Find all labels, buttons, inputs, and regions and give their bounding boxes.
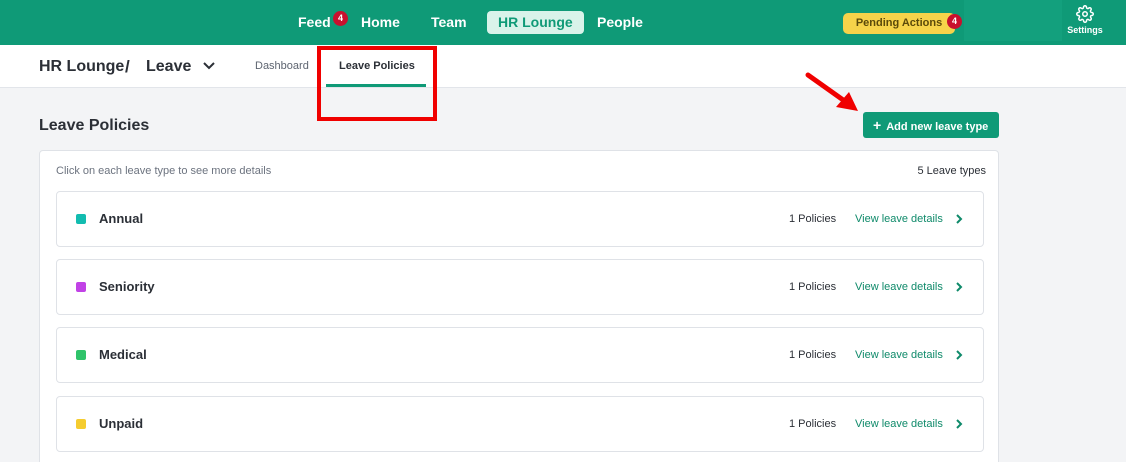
breadcrumb-root[interactable]: HR Lounge <box>39 58 124 76</box>
pending-actions-badge: 4 <box>947 14 962 29</box>
view-leave-details-link[interactable]: View leave details <box>855 349 943 361</box>
leave-color-dot <box>76 282 86 292</box>
nav-item-hr-lounge[interactable]: HR Lounge <box>487 11 584 34</box>
view-leave-details-link[interactable]: View leave details <box>855 418 943 430</box>
hint-text: Click on each leave type to see more det… <box>56 165 272 177</box>
page-title: Leave Policies <box>39 117 150 134</box>
leave-types-card: Click on each leave type to see more det… <box>39 150 999 462</box>
add-new-leave-type-button[interactable]: + Add new leave type <box>863 112 999 138</box>
gear-icon <box>1076 5 1094 23</box>
nav-item-team[interactable]: Team <box>420 11 478 34</box>
chevron-right-icon[interactable] <box>955 214 963 224</box>
leave-type-row[interactable]: Unpaid 1 Policies View leave details <box>56 396 984 452</box>
leave-types-count: 5 Leave types <box>917 165 987 177</box>
tab-dashboard[interactable]: Dashboard <box>255 60 309 72</box>
add-button-label: Add new leave type <box>886 121 989 133</box>
plus-icon: + <box>873 117 882 133</box>
pending-actions-label: Pending Actions <box>855 17 943 29</box>
leave-type-name: Seniority <box>99 279 155 294</box>
nav-item-label: Feed <box>298 14 331 30</box>
leave-type-row[interactable]: Medical 1 Policies View leave details <box>56 327 984 383</box>
nav-item-label: HR Lounge <box>498 14 573 30</box>
sub-header: HR Lounge / Leave Dashboard Leave Polici… <box>0 45 1126 88</box>
leave-type-name: Unpaid <box>99 416 144 431</box>
nav-item-home[interactable]: Home <box>350 11 411 34</box>
chevron-right-icon[interactable] <box>955 350 963 360</box>
chevron-right-icon[interactable] <box>955 419 963 429</box>
profile-area[interactable] <box>964 0 1062 41</box>
nav-item-people[interactable]: People <box>586 11 654 34</box>
leave-type-row[interactable]: Seniority 1 Policies View leave details <box>56 259 984 315</box>
policies-count: 1 Policies <box>789 213 837 225</box>
policies-count: 1 Policies <box>789 349 837 361</box>
feed-notification-badge: 4 <box>333 11 348 26</box>
leave-type-row[interactable]: Annual 1 Policies View leave details <box>56 191 984 247</box>
nav-item-label: Team <box>431 14 467 30</box>
leave-color-dot <box>76 214 86 224</box>
view-leave-details-link[interactable]: View leave details <box>855 213 943 225</box>
nav-item-label: Home <box>361 14 400 30</box>
settings-label: Settings <box>1067 25 1103 35</box>
breadcrumb-current[interactable]: Leave <box>146 58 191 76</box>
leave-color-dot <box>76 350 86 360</box>
leave-type-name: Annual <box>99 211 144 226</box>
policies-count: 1 Policies <box>789 418 837 430</box>
view-leave-details-link[interactable]: View leave details <box>855 281 943 293</box>
nav-item-label: People <box>597 14 643 30</box>
pending-actions-button[interactable]: Pending Actions <box>843 13 955 34</box>
leave-type-name: Medical <box>99 347 147 362</box>
top-navigation-bar: Feed 4 Home Team HR Lounge People Pendin… <box>0 0 1126 45</box>
annotation-arrow-icon <box>805 72 858 111</box>
settings-button[interactable]: Settings <box>1062 5 1108 35</box>
chevron-right-icon[interactable] <box>955 282 963 292</box>
chevron-down-icon[interactable] <box>202 61 216 71</box>
annotation-highlight-box <box>317 46 437 121</box>
leave-color-dot <box>76 419 86 429</box>
breadcrumb-separator: / <box>125 57 130 76</box>
policies-count: 1 Policies <box>789 281 837 293</box>
